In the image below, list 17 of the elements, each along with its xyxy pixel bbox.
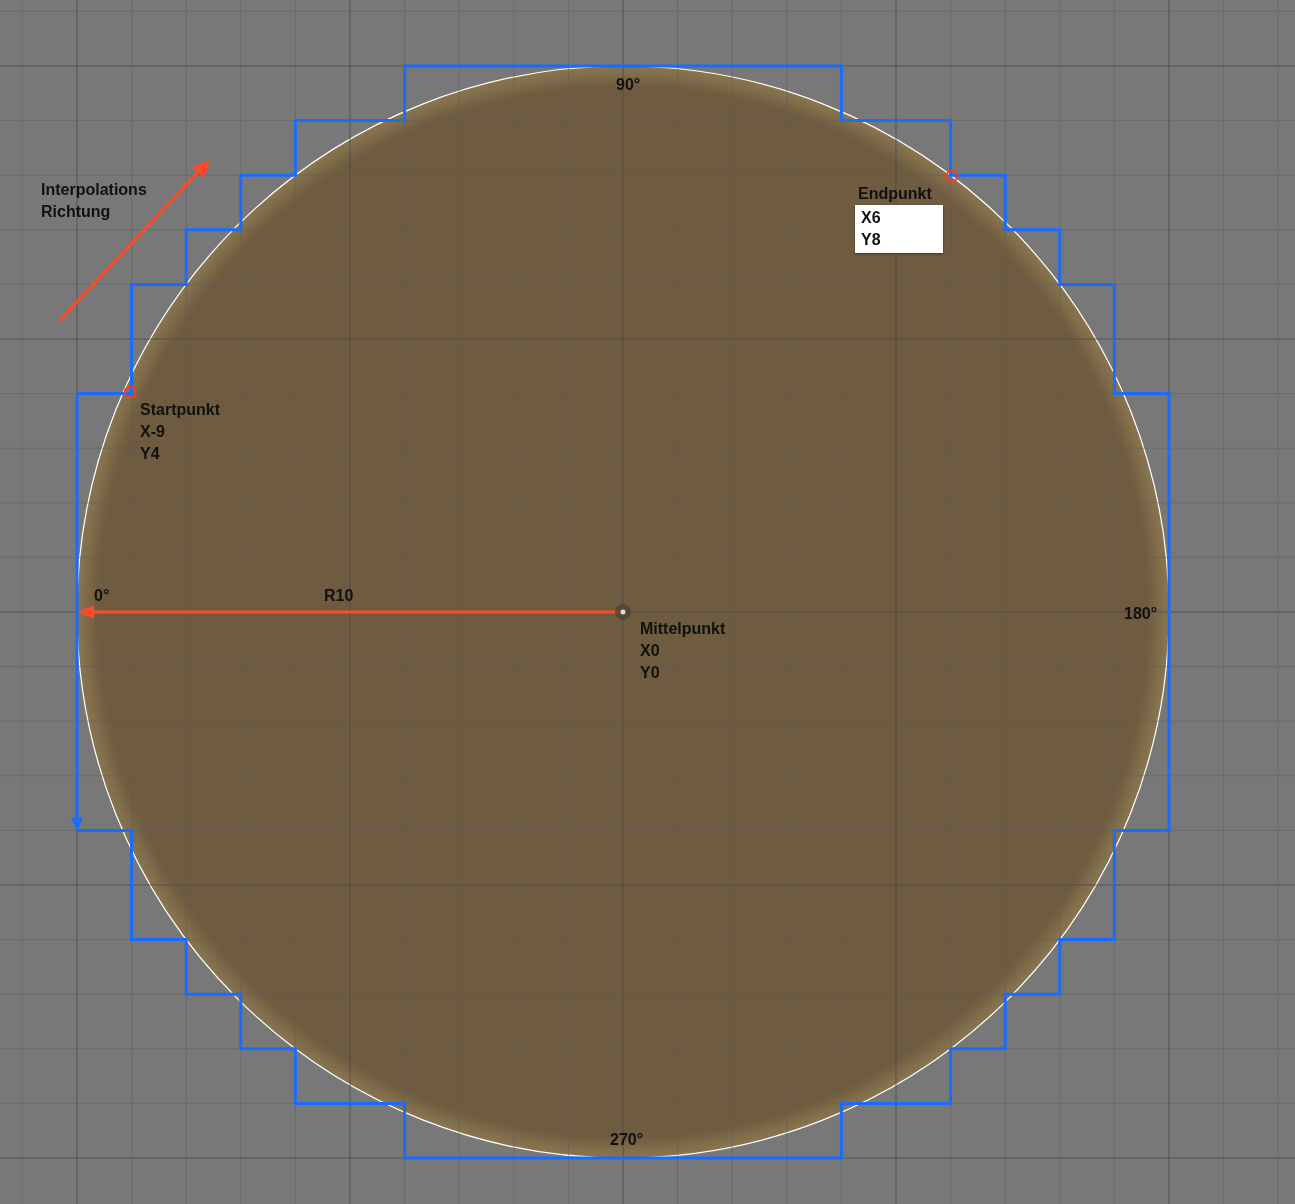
- angle-label: 270°: [610, 1130, 644, 1150]
- start-point-title: Startpunkt: [140, 400, 220, 420]
- y-coordinate: Y4: [140, 444, 161, 464]
- x-coordinate: X6: [861, 208, 882, 228]
- y-coordinate: Y0: [640, 663, 661, 683]
- angle-label: 180°: [1124, 604, 1158, 624]
- center-point-title: Mittelpunkt: [640, 619, 726, 639]
- x-coordinate: X-9: [140, 422, 166, 442]
- angle-label: 90°: [616, 75, 641, 95]
- radius-label: R10: [324, 586, 354, 606]
- end-point-title: Endpunkt: [858, 184, 933, 204]
- y-coordinate: Y8: [861, 230, 882, 250]
- end-point-marker: [945, 169, 959, 183]
- start-point-marker: [123, 385, 137, 399]
- x-coordinate: X0: [640, 641, 661, 661]
- direction-label: Interpolations Richtung: [41, 180, 148, 222]
- angle-label: 0°: [94, 586, 110, 606]
